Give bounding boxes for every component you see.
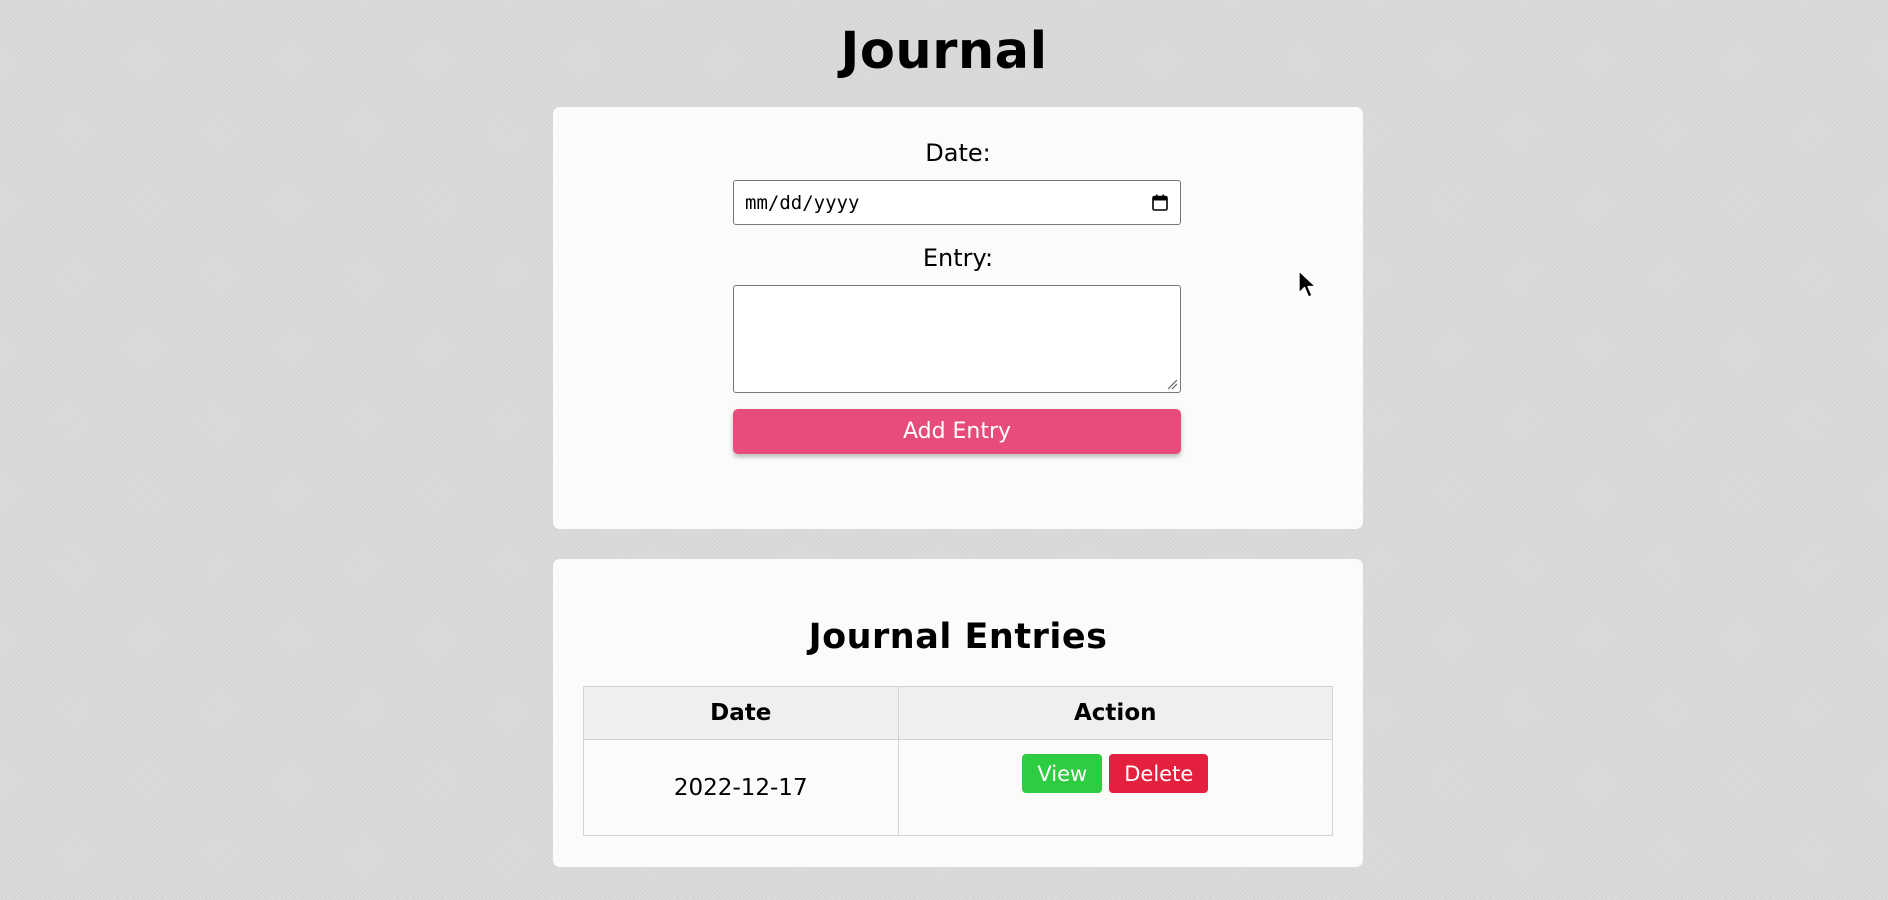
entries-card: Journal Entries Date Action 2022-12-17 V… xyxy=(553,559,1363,867)
date-label: Date: xyxy=(925,139,991,167)
entry-date-cell: 2022-12-17 xyxy=(583,739,899,836)
entries-table: Date Action 2022-12-17 View Delete xyxy=(583,686,1333,836)
entry-action-cell: View Delete xyxy=(897,739,1333,836)
page-title: Journal xyxy=(840,22,1048,81)
add-entry-button[interactable]: Add Entry xyxy=(733,409,1181,454)
date-column-header: Date xyxy=(583,686,899,740)
date-input[interactable]: mm/dd/yyyy xyxy=(733,180,1181,225)
entries-title: Journal Entries xyxy=(808,617,1108,657)
resize-handle-icon[interactable] xyxy=(1166,378,1178,390)
table-header-row: Date Action xyxy=(583,686,1333,740)
table-row: 2022-12-17 View Delete xyxy=(583,739,1333,836)
action-column-header: Action xyxy=(897,686,1333,740)
entry-label: Entry: xyxy=(922,244,994,272)
entry-form-card: Date: mm/dd/yyyy Entry: Add Entry xyxy=(553,107,1363,529)
entry-textarea[interactable] xyxy=(733,285,1181,393)
calendar-icon[interactable] xyxy=(1152,194,1168,211)
date-input-placeholder: mm/dd/yyyy xyxy=(745,191,860,214)
view-button[interactable]: View xyxy=(1022,754,1103,793)
delete-button[interactable]: Delete xyxy=(1109,754,1209,793)
mouse-cursor-icon xyxy=(1298,270,1317,298)
